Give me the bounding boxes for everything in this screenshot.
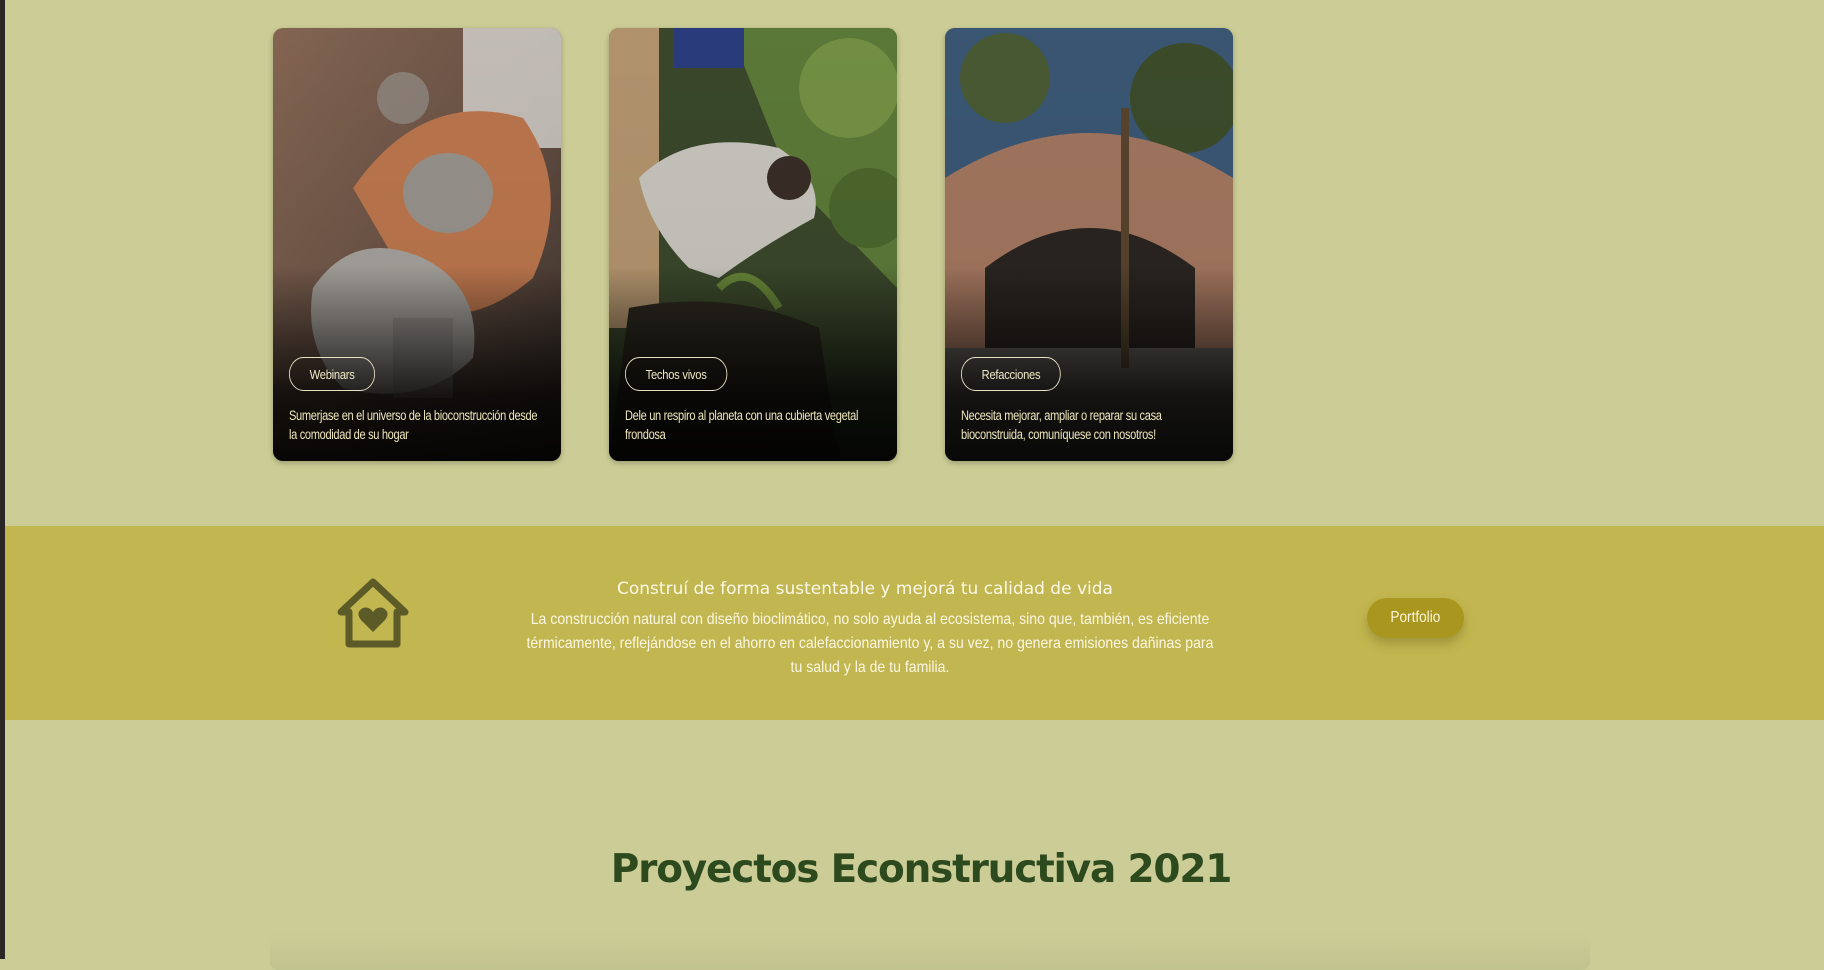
card-shade [609,28,897,461]
banner-text: La construcción natural con diseño biocl… [526,611,1214,676]
window-edge [0,0,5,959]
projects-heading: Proyectos Econstructiva 2021 [610,847,1233,893]
card-shade [273,28,561,461]
projects-content-edge [270,930,1590,970]
card-tag-button[interactable]: Webinars [289,357,376,391]
card-description: Sumerjase en el universo de la bioconstr… [289,408,538,442]
services-cards: Webinars Sumerjase en el universo de la … [273,28,1233,462]
card-description: Necesita mejorar, ampliar o reparar su c… [961,408,1162,442]
sustainability-banner: Construí de forma sustentable y mejorá t… [5,526,1824,720]
card-webinars[interactable]: Webinars Sumerjase en el universo de la … [273,28,561,461]
portfolio-button[interactable]: Portfolio [1367,598,1464,638]
card-shade [945,28,1233,461]
card-description: Dele un respiro al planeta con una cubie… [625,408,859,442]
card-tag-button[interactable]: Refacciones [961,357,1061,391]
card-techos-vivos[interactable]: Techos vivos Dele un respiro al planeta … [609,28,897,461]
card-tag-button[interactable]: Techos vivos [625,357,728,391]
banner-title: Construí de forma sustentable y mejorá t… [617,579,1113,599]
portfolio-button-label: Portfolio [1390,609,1441,626]
card-refacciones[interactable]: Refacciones Necesita mejorar, ampliar o … [945,28,1233,461]
